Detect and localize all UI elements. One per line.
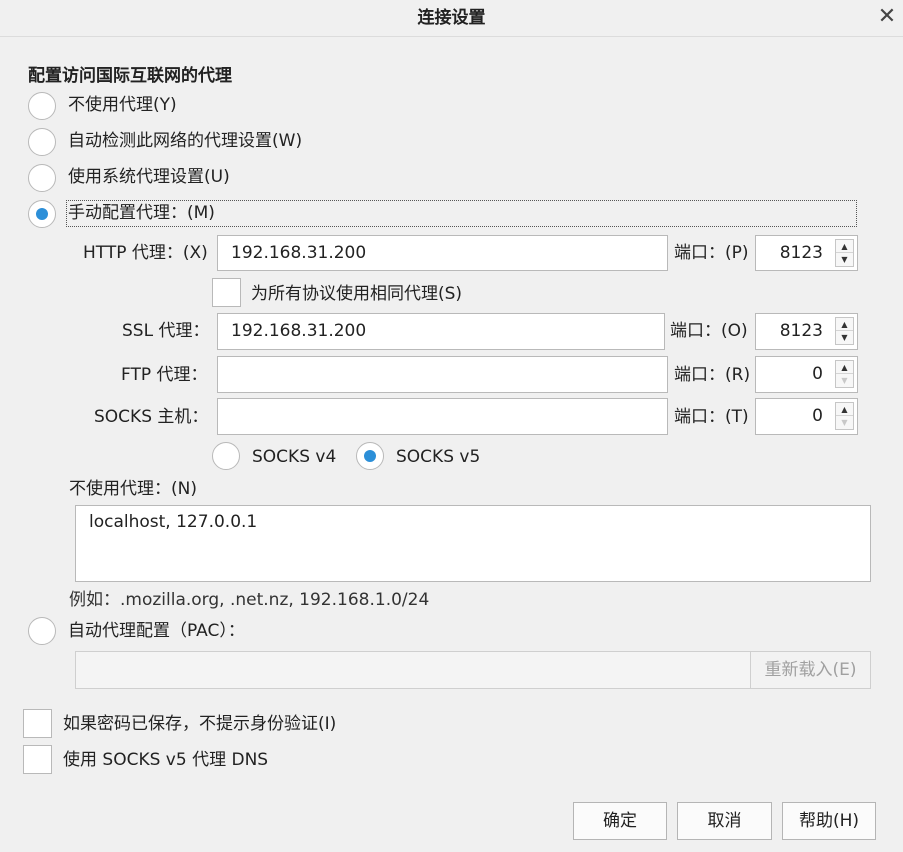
radio-pac-label[interactable]: 自动代理配置（PAC）： xyxy=(68,619,245,643)
socks-port-label: 端口：(T) xyxy=(674,407,749,427)
radio-socks-v5[interactable] xyxy=(356,442,384,470)
no-auth-prompt-checkbox[interactable] xyxy=(23,709,52,738)
radio-manual-proxy[interactable] xyxy=(28,200,56,228)
http-proxy-label: HTTP 代理：(X) xyxy=(83,243,208,263)
spinner-buttons: ▲ ▼ xyxy=(835,360,854,388)
ftp-port-value: 0 xyxy=(812,364,823,384)
no-proxy-label: 不使用代理：(N) xyxy=(69,479,197,499)
spin-down-icon[interactable]: ▼ xyxy=(836,253,853,266)
spin-up-icon[interactable]: ▲ xyxy=(836,318,853,331)
http-port-stepper[interactable]: 8123 ▲ ▼ xyxy=(755,235,858,271)
ftp-port-label: 端口：(R) xyxy=(674,365,751,385)
radio-pac[interactable] xyxy=(28,617,56,645)
radio-auto-detect[interactable] xyxy=(28,128,56,156)
help-button[interactable]: 帮助(H) xyxy=(782,802,876,840)
no-auth-prompt-label[interactable]: 如果密码已保存，不提示身份验证(I) xyxy=(63,712,336,736)
radio-no-proxy[interactable] xyxy=(28,92,56,120)
socks-port-value: 0 xyxy=(812,406,823,426)
no-proxy-textarea[interactable]: localhost, 127.0.0.1 xyxy=(75,505,871,582)
radio-system-proxy-label[interactable]: 使用系统代理设置(U) xyxy=(68,165,230,189)
socks-host-label: SOCKS 主机： xyxy=(94,407,209,427)
ftp-port-stepper[interactable]: 0 ▲ ▼ xyxy=(755,356,858,393)
http-port-value: 8123 xyxy=(779,243,823,263)
ok-button[interactable]: 确定 xyxy=(573,802,667,840)
spin-down-icon: ▼ xyxy=(841,376,848,385)
same-proxy-label[interactable]: 为所有协议使用相同代理(S) xyxy=(251,282,462,306)
spin-down-icon[interactable]: ▼ xyxy=(836,331,853,344)
radio-system-proxy[interactable] xyxy=(28,164,56,192)
spin-up-icon[interactable]: ▲ xyxy=(836,361,853,374)
spinner-buttons: ▲ ▼ xyxy=(835,317,854,345)
socks-dns-checkbox[interactable] xyxy=(23,745,52,774)
spin-up-icon[interactable]: ▲ xyxy=(836,403,853,416)
socks-port-stepper[interactable]: 0 ▲ ▼ xyxy=(755,398,858,435)
ftp-proxy-input[interactable] xyxy=(217,356,668,393)
ssl-proxy-label: SSL 代理： xyxy=(122,321,210,341)
same-proxy-checkbox[interactable] xyxy=(212,278,241,307)
spin-down-icon: ▼ xyxy=(841,418,848,427)
cancel-button[interactable]: 取消 xyxy=(677,802,772,840)
radio-manual-proxy-label[interactable]: 手动配置代理：(M) xyxy=(68,201,215,225)
radio-socks-v4[interactable] xyxy=(212,442,240,470)
radio-socks-v4-label[interactable]: SOCKS v4 xyxy=(252,445,336,469)
ssl-port-stepper[interactable]: 8123 ▲ ▼ xyxy=(755,313,858,350)
http-port-label: 端口：(P) xyxy=(674,243,749,263)
ssl-port-label: 端口：(O) xyxy=(670,321,748,341)
spinner-buttons: ▲ ▼ xyxy=(835,402,854,430)
section-title: 配置访问国际互联网的代理 xyxy=(28,66,232,86)
window-title: 连接设置 xyxy=(417,8,486,28)
socks-host-input[interactable] xyxy=(217,398,668,435)
reload-button: 重新载入(E) xyxy=(750,652,870,688)
http-proxy-input[interactable]: 192.168.31.200 xyxy=(217,235,668,271)
radio-no-proxy-label[interactable]: 不使用代理(Y) xyxy=(68,93,177,117)
radio-auto-detect-label[interactable]: 自动检测此网络的代理设置(W) xyxy=(68,129,302,153)
ssl-port-value: 8123 xyxy=(779,321,823,341)
no-proxy-example: 例如：.mozilla.org, .net.nz, 192.168.1.0/24 xyxy=(69,590,430,610)
radio-socks-v5-label[interactable]: SOCKS v5 xyxy=(396,445,480,469)
close-icon[interactable]: ✕ xyxy=(876,6,898,28)
ssl-proxy-input[interactable]: 192.168.31.200 xyxy=(217,313,665,350)
spin-up-icon[interactable]: ▲ xyxy=(836,240,853,253)
socks-dns-label[interactable]: 使用 SOCKS v5 代理 DNS xyxy=(63,748,268,772)
spinner-buttons: ▲ ▼ xyxy=(835,239,854,267)
ftp-proxy-label: FTP 代理： xyxy=(121,365,208,385)
